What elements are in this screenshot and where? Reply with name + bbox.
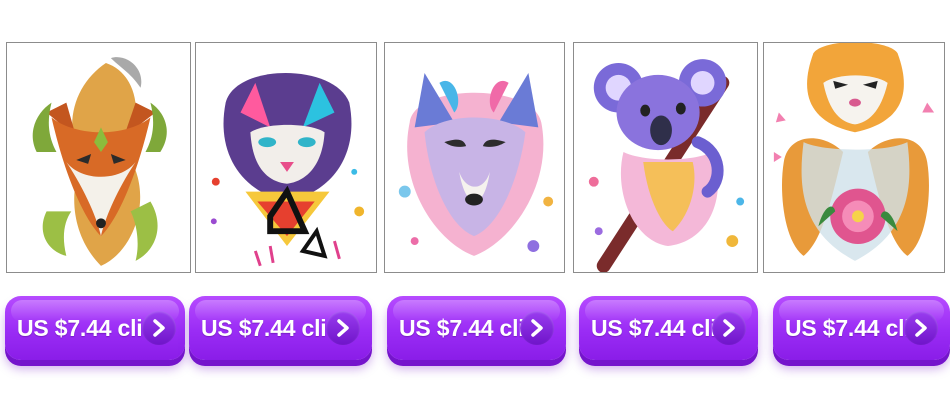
- fox-painting-image: [7, 43, 190, 272]
- chevron-right-icon: [326, 311, 360, 345]
- koala-painting-image: [574, 43, 757, 272]
- tiger-painting-image: [196, 43, 376, 272]
- chevron-right-icon: [520, 311, 554, 345]
- chevron-right-icon: [904, 311, 938, 345]
- buy-button-fox[interactable]: US $7.44 click: [5, 296, 185, 360]
- buy-button-tiger-flower[interactable]: US $7.44 click: [773, 296, 950, 360]
- chevron-right-icon: [142, 311, 176, 345]
- wolf-painting-image: [385, 43, 564, 272]
- buy-button-koala[interactable]: US $7.44 click: [579, 296, 758, 360]
- chevron-right-icon: [712, 311, 746, 345]
- koala-painting[interactable]: [573, 42, 758, 273]
- buy-button-wolf[interactable]: US $7.44 click: [387, 296, 566, 360]
- wolf-painting[interactable]: [384, 42, 565, 273]
- tiger-painting[interactable]: [195, 42, 377, 273]
- buy-button-tiger[interactable]: US $7.44 click: [189, 296, 372, 360]
- tiger-flower-painting-image: [764, 43, 944, 272]
- fox-painting[interactable]: [6, 42, 191, 273]
- tiger-flower-painting[interactable]: [763, 42, 945, 273]
